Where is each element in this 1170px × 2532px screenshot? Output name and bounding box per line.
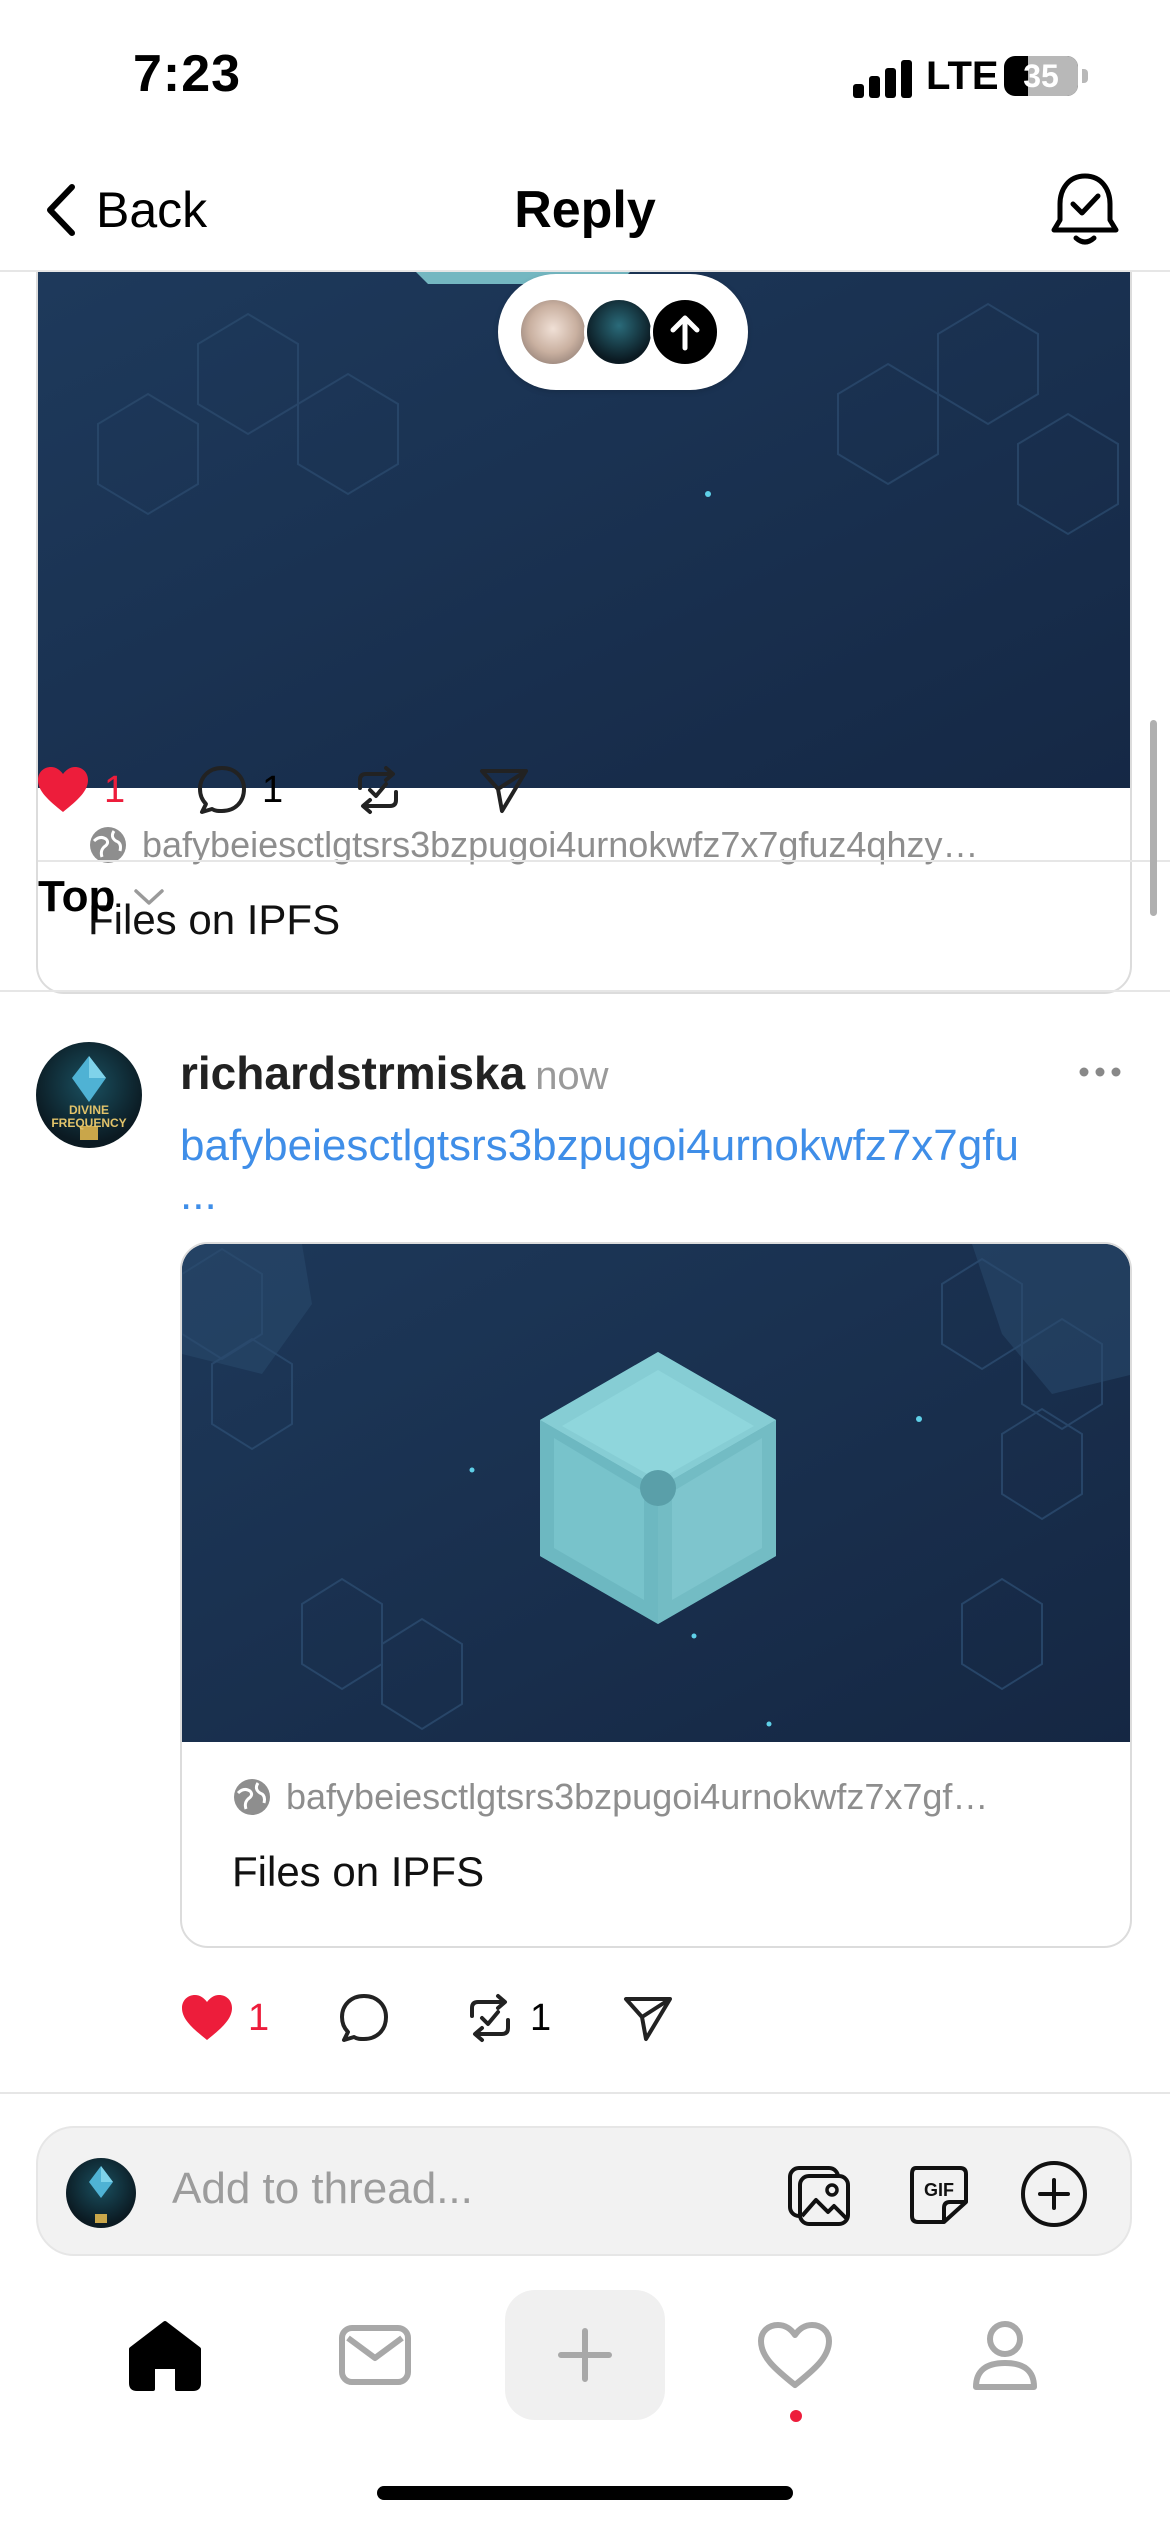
- link-preview-image: [38, 272, 1130, 788]
- thread-composer[interactable]: Add to thread... GIF: [36, 2126, 1132, 2256]
- repost-icon: [358, 766, 398, 814]
- post-time: now: [535, 1054, 609, 1098]
- sort-label: Top: [38, 872, 116, 921]
- comment-button[interactable]: 1: [196, 764, 352, 816]
- status-time: 7:23: [133, 45, 242, 103]
- globe-icon: [234, 1779, 270, 1815]
- paper-plane-icon: [624, 1997, 672, 2041]
- tab-messages[interactable]: [295, 2290, 455, 2420]
- image-gallery-icon[interactable]: [784, 2158, 856, 2230]
- svg-text:GIF: GIF: [924, 2180, 954, 2200]
- upload-arrow-icon: [650, 297, 720, 367]
- bell-check-icon[interactable]: [1050, 170, 1120, 250]
- back-label: Back: [96, 182, 208, 238]
- like-button[interactable]: 1: [36, 766, 196, 814]
- thread-input[interactable]: Add to thread...: [172, 2164, 473, 2214]
- share-button[interactable]: [478, 765, 530, 815]
- comment-button[interactable]: [338, 1992, 464, 2044]
- comment-count: 1: [262, 768, 284, 811]
- repost-button[interactable]: 1: [464, 1992, 622, 2044]
- post-actions: 1 1: [180, 1992, 674, 2044]
- reply-link-overflow[interactable]: ...: [180, 1170, 217, 1220]
- participants-avatar-stack[interactable]: [498, 274, 748, 390]
- link-domain: bafybeiesctlgtsrs3bzpugoi4urnokwfz7x7gf…: [232, 1776, 988, 1818]
- link-preview-image: [182, 1244, 1130, 1742]
- ellipsis-icon[interactable]: [1078, 1062, 1122, 1082]
- link-preview-card[interactable]: bafybeiesctlgtsrs3bzpugoi4urnokwfz7x7gf……: [180, 1242, 1132, 1948]
- heart-outline-icon: [758, 2322, 832, 2388]
- activity-indicator-dot: [790, 2410, 802, 2422]
- chevron-left-icon: [47, 184, 75, 236]
- divider: [0, 990, 1170, 992]
- thread-content[interactable]: bafybeiesctlgtsrs3bzpugoi4urnokwfz7x7gfu…: [0, 272, 1170, 2092]
- reply-author[interactable]: richardstrmiska now: [180, 1046, 609, 1100]
- network-type: LTE: [926, 54, 999, 98]
- avatar: [584, 297, 654, 367]
- speech-bubble-icon: [198, 766, 246, 814]
- mail-icon: [339, 2325, 411, 2385]
- navigation-header: Back Reply: [0, 150, 1170, 272]
- divider: [38, 860, 1170, 862]
- plus-icon: [558, 2328, 612, 2382]
- status-bar: 7:23 LTE 35: [0, 0, 1170, 150]
- reply-link[interactable]: bafybeiesctlgtsrs3bzpugoi4urnokwfz7x7gfu: [180, 1116, 1130, 1176]
- repost-icon: [470, 1994, 510, 2042]
- divider: [0, 2092, 1170, 2094]
- back-button[interactable]: Back: [44, 180, 207, 240]
- like-count: 1: [104, 768, 126, 811]
- chevron-down-icon: [134, 889, 165, 905]
- scrollbar[interactable]: [1150, 720, 1157, 916]
- tab-home[interactable]: [85, 2290, 245, 2420]
- link-preview-card[interactable]: bafybeiesctlgtsrs3bzpugoi4urnokwfz7x7gfu…: [36, 272, 1132, 994]
- plus-circle-icon[interactable]: [1018, 2158, 1090, 2230]
- paper-plane-icon: [480, 769, 528, 813]
- avatar-caption: DIVINE FREQUENCY: [51, 1103, 127, 1130]
- tab-activity[interactable]: [715, 2290, 875, 2420]
- home-icon: [129, 2321, 201, 2391]
- heart-filled-icon: [182, 1995, 232, 2040]
- share-button[interactable]: [622, 1993, 674, 2043]
- link-domain-text: bafybeiesctlgtsrs3bzpugoi4urnokwfz7x7gf…: [286, 1776, 989, 1817]
- tab-create[interactable]: [505, 2290, 665, 2420]
- username: richardstrmiska: [180, 1047, 526, 1099]
- avatar: [518, 297, 588, 367]
- gif-icon[interactable]: GIF: [902, 2158, 974, 2230]
- tab-bar: [0, 2290, 1170, 2450]
- post-actions: 1 1: [36, 764, 530, 816]
- avatar: [66, 2158, 136, 2228]
- battery-nub: [1082, 69, 1088, 83]
- repost-count: 1: [530, 1996, 552, 2039]
- cellular-signal-icon: [853, 60, 913, 98]
- battery-icon: 35: [1004, 56, 1078, 96]
- globe-icon: [90, 827, 126, 863]
- like-count: 1: [248, 1996, 270, 2039]
- tab-profile[interactable]: [925, 2290, 1085, 2420]
- link-title: Files on IPFS: [232, 1848, 485, 1895]
- heart-filled-icon: [38, 767, 88, 812]
- battery-level: 35: [1023, 58, 1059, 94]
- avatar[interactable]: DIVINE FREQUENCY: [36, 1042, 142, 1148]
- person-icon: [973, 2321, 1037, 2390]
- home-indicator: [377, 2486, 793, 2500]
- speech-bubble-icon: [340, 1994, 388, 2042]
- like-button[interactable]: 1: [180, 1994, 338, 2042]
- repost-button[interactable]: [352, 764, 478, 816]
- sort-dropdown[interactable]: Top: [38, 872, 165, 922]
